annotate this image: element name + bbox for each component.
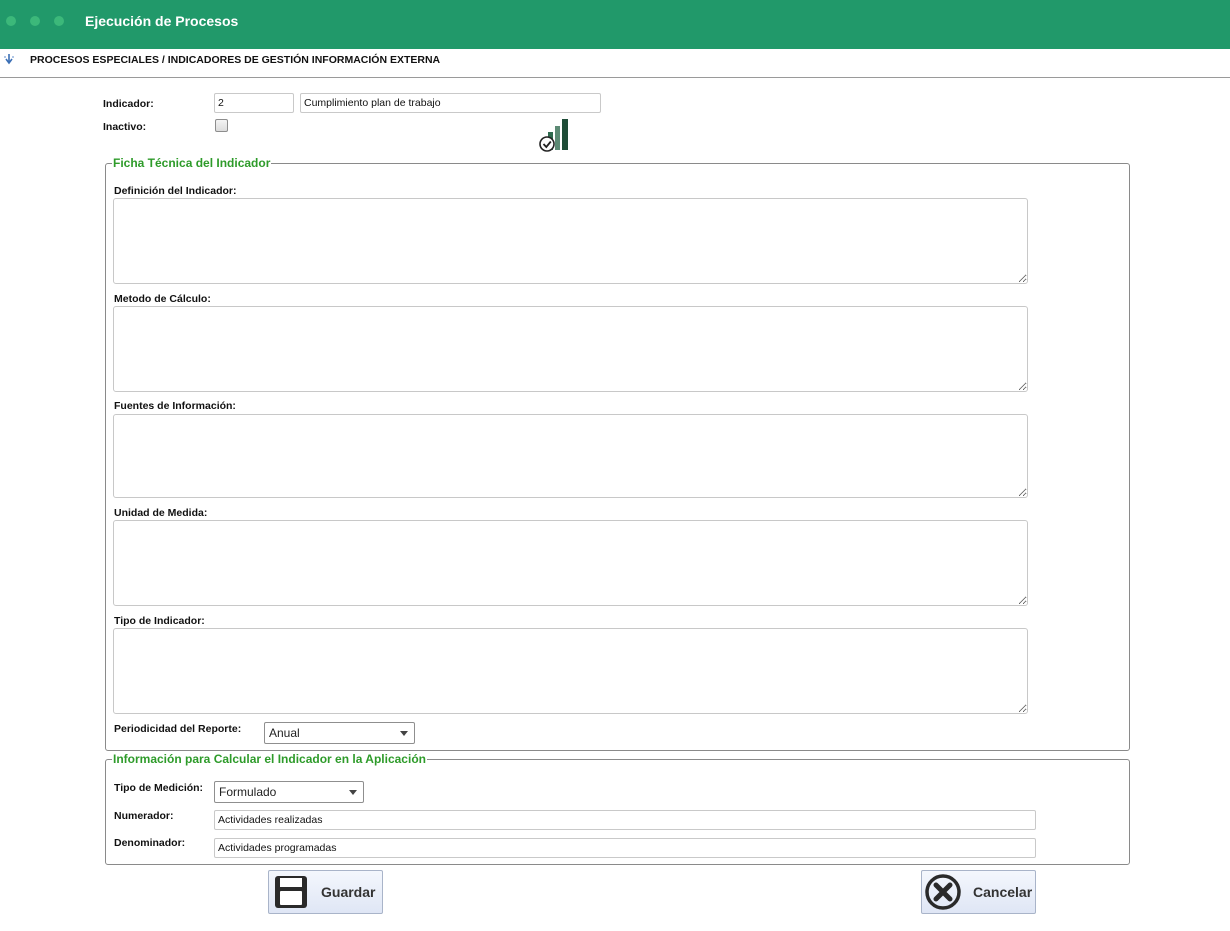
fuentes-label: Fuentes de Información:	[114, 400, 236, 412]
tipo-medicion-select[interactable]: Formulado	[214, 781, 364, 803]
indicator-name-input[interactable]	[300, 93, 601, 113]
title-bar: Ejecución de Procesos	[0, 0, 1230, 49]
periodicidad-label: Periodicidad del Reporte:	[114, 723, 242, 735]
breadcrumb: PROCESOS ESPECIALES / INDICADORES DE GES…	[0, 49, 1230, 78]
bar-chart-check-icon	[539, 119, 568, 152]
denominador-label: Denominador:	[114, 837, 186, 849]
periodicidad-select[interactable]: Anual	[264, 722, 415, 744]
metodo-textarea[interactable]	[113, 306, 1028, 392]
window-dot-close[interactable]	[6, 16, 16, 26]
save-button-label: Guardar	[321, 884, 376, 900]
arrow-down-icon[interactable]	[3, 53, 15, 65]
unidad-textarea[interactable]	[113, 520, 1028, 606]
window-dot-maximize[interactable]	[54, 16, 64, 26]
calculo-legend: Información para Calcular el Indicador e…	[113, 752, 426, 766]
indicator-label: Indicador:	[103, 98, 154, 110]
periodicidad-value: Anual	[269, 726, 300, 740]
ficha-tecnica-legend: Ficha Técnica del Indicador	[113, 156, 271, 170]
cancel-button[interactable]: Cancelar	[921, 870, 1036, 914]
metodo-label: Metodo de Cálculo:	[114, 293, 211, 305]
breadcrumb-text: PROCESOS ESPECIALES / INDICADORES DE GES…	[30, 54, 441, 66]
numerador-input[interactable]	[214, 810, 1036, 830]
indicator-code-input[interactable]	[214, 93, 294, 113]
numerador-label: Numerador:	[114, 810, 174, 822]
definicion-textarea[interactable]	[113, 198, 1028, 284]
window-title: Ejecución de Procesos	[85, 13, 239, 29]
fuentes-textarea[interactable]	[113, 414, 1028, 498]
tipo-medicion-value: Formulado	[219, 785, 277, 799]
tipo-indicador-textarea[interactable]	[113, 628, 1028, 714]
inactive-label: Inactivo:	[103, 121, 147, 133]
circle-x-icon	[925, 874, 961, 910]
tipo-indicador-label: Tipo de Indicador:	[114, 615, 205, 627]
definicion-label: Definición del Indicador:	[114, 185, 237, 197]
chevron-down-icon	[349, 790, 357, 795]
window-dot-minimize[interactable]	[30, 16, 40, 26]
denominador-input[interactable]	[214, 838, 1036, 858]
floppy-disk-icon	[275, 876, 307, 908]
tipo-medicion-label: Tipo de Medición:	[114, 782, 204, 794]
unidad-label: Unidad de Medida:	[114, 507, 208, 519]
inactive-checkbox[interactable]	[215, 119, 228, 132]
cancel-button-label: Cancelar	[973, 884, 1033, 900]
save-button[interactable]: Guardar	[268, 870, 383, 914]
window-controls	[6, 16, 64, 26]
chevron-down-icon	[400, 731, 408, 736]
